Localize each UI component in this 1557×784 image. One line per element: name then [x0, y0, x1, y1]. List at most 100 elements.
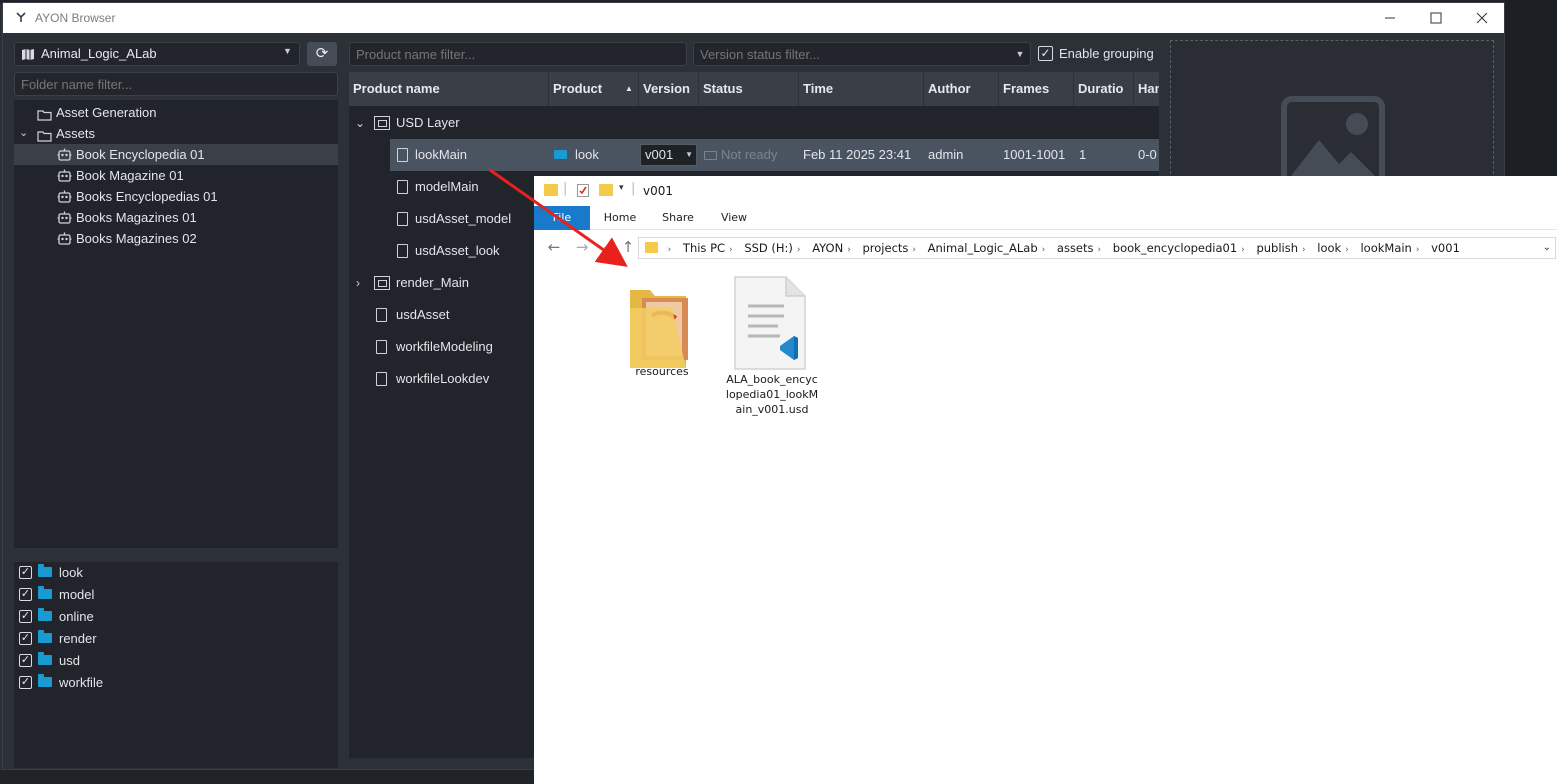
file-icon [397, 180, 408, 194]
explorer-title-bar: | ▾ | v001 [534, 176, 1557, 206]
table-row-group-usd-layer[interactable]: ⌄ USD Layer [349, 107, 1159, 139]
file-item-usd[interactable]: ALA_book_encyc lopedia01_lookM ain_v001.… [724, 276, 820, 416]
new-folder-icon[interactable] [599, 184, 613, 196]
minimize-button[interactable] [1367, 3, 1413, 33]
type-item-render[interactable]: ✓ render [14, 628, 338, 650]
chevron-down-icon[interactable]: ▾ [619, 183, 624, 193]
separator: | [631, 181, 636, 196]
maximize-button[interactable] [1413, 3, 1459, 33]
file-icon [376, 372, 387, 386]
column-header-duration[interactable]: Duratio [1074, 72, 1134, 106]
tab-view[interactable]: View [712, 206, 756, 230]
version-selector[interactable]: v001 ▼ [640, 144, 697, 166]
breadcrumb-item[interactable]: assets [1057, 238, 1094, 258]
breadcrumb-item[interactable]: projects [862, 238, 908, 258]
project-selector[interactable]: Animal_Logic_ALab ▼ [14, 42, 300, 66]
up-arrow-icon[interactable]: ↑ [618, 237, 638, 257]
title-bar: AYON Browser [3, 3, 1504, 33]
table-row-lookmain[interactable]: lookMain look v001 ▼ Not ready Feb 11 20… [390, 139, 1159, 171]
type-item-online[interactable]: ✓ online [14, 606, 338, 628]
type-item-look[interactable]: ✓ look [14, 562, 338, 584]
chevron-right-icon[interactable]: › [356, 267, 360, 299]
breadcrumb-item[interactable]: v001 [1431, 238, 1460, 258]
back-arrow-icon[interactable]: ← [544, 237, 564, 257]
folder-tree: Asset Generation ⌄ Assets Book Encyclope… [14, 100, 338, 548]
explorer-window-title: v001 [643, 184, 674, 198]
column-header-version[interactable]: Version [639, 72, 699, 106]
item-label: resources [635, 365, 689, 378]
folder-filter-input[interactable] [14, 72, 338, 96]
column-header-time[interactable]: Time [799, 72, 924, 106]
address-row: ← → ⌄ ↑ › This PC › SSD (H:) › AYON › proje… [534, 232, 1557, 264]
chevron-down-icon[interactable]: ⌄ [1543, 238, 1551, 258]
tree-item-books-magazines-02[interactable]: Books Magazines 02 [14, 228, 338, 249]
properties-icon[interactable] [576, 183, 590, 202]
folder-icon [544, 184, 558, 196]
version-status-filter-input[interactable] [693, 42, 1031, 66]
type-item-workfile[interactable]: ✓ workfile [14, 672, 338, 694]
refresh-button[interactable]: ⟳ [307, 42, 337, 66]
tree-item-book-encyclopedia-01[interactable]: Book Encyclopedia 01 [14, 144, 338, 165]
vscode-file-icon [734, 276, 806, 374]
breadcrumb-item[interactable]: book_encyclopedia01 [1113, 238, 1237, 258]
folder-icon [38, 564, 52, 577]
tab-share[interactable]: Share [656, 206, 700, 230]
tree-item-books-magazines-01[interactable]: Books Magazines 01 [14, 207, 338, 228]
breadcrumb-item[interactable]: SSD (H:) [744, 238, 793, 258]
address-bar[interactable]: › This PC › SSD (H:) › AYON › projects › Ani… [638, 237, 1556, 259]
tab-file[interactable]: File [534, 206, 590, 230]
checkbox[interactable]: ✓ [19, 566, 32, 579]
group-icon [374, 116, 390, 130]
file-icon [397, 148, 408, 162]
close-button[interactable] [1459, 3, 1505, 33]
status-cell: Not ready [704, 139, 777, 171]
breadcrumb-item[interactable]: This PC [683, 238, 725, 258]
breadcrumb-item[interactable]: Animal_Logic_ALab [928, 238, 1038, 258]
tree-item-book-magazine-01[interactable]: Book Magazine 01 [14, 165, 338, 186]
product-name-filter-input[interactable] [349, 42, 687, 66]
checkbox[interactable]: ✓ [19, 654, 32, 667]
breadcrumb-item[interactable]: lookMain [1360, 238, 1411, 258]
window-title: AYON Browser [35, 11, 116, 25]
column-header-status[interactable]: Status [699, 72, 799, 106]
folder-item-resources[interactable]: resources [626, 278, 698, 388]
column-header-handles[interactable]: Han [1134, 72, 1159, 106]
chevron-down-icon[interactable]: ▼ [1012, 46, 1028, 62]
column-header-product[interactable]: Product ▲ [549, 72, 639, 106]
tree-item-asset-generation[interactable]: Asset Generation [14, 102, 338, 123]
checkbox[interactable]: ✓ [19, 676, 32, 689]
checkbox[interactable]: ✓ [19, 588, 32, 601]
column-header-frames[interactable]: Frames [999, 72, 1074, 106]
chevron-down-icon: ▼ [685, 150, 693, 159]
type-item-usd[interactable]: ✓ usd [14, 650, 338, 672]
forward-arrow-icon[interactable]: → [572, 237, 592, 257]
file-icon [397, 212, 408, 226]
breadcrumb-item[interactable]: AYON [812, 238, 843, 258]
recent-chevron-icon[interactable]: ⌄ [596, 237, 616, 257]
ribbon-tabs: File Home Share View [534, 206, 1557, 230]
sort-ascending-icon: ▲ [625, 84, 633, 93]
desktop-background-right [1505, 0, 1557, 176]
envelope-icon [704, 151, 717, 161]
enable-grouping-checkbox[interactable]: ✓ [1038, 46, 1053, 61]
folder-icon [38, 608, 52, 621]
file-list: resources ALA_book_encyc lopedia01_lookM… [534, 266, 1557, 784]
folder-icon [38, 652, 52, 665]
column-header-product-name[interactable]: Product name [349, 72, 549, 106]
breadcrumb-item[interactable]: look [1317, 238, 1341, 258]
column-header-author[interactable]: Author [924, 72, 999, 106]
checkbox[interactable]: ✓ [19, 632, 32, 645]
checkbox[interactable]: ✓ [19, 610, 32, 623]
chevron-down-icon[interactable]: ⌄ [19, 123, 28, 144]
breadcrumb-item[interactable]: publish [1256, 238, 1298, 258]
folder-icon [554, 150, 567, 159]
ayon-logo-icon [15, 11, 29, 25]
folder-icon [645, 242, 658, 253]
chevron-down-icon[interactable]: ⌄ [355, 107, 365, 139]
file-icon [376, 308, 387, 322]
table-header: Product name Product ▲ Version Status Ti… [349, 72, 1159, 106]
type-item-model[interactable]: ✓ model [14, 584, 338, 606]
tree-item-assets[interactable]: ⌄ Assets [14, 123, 338, 144]
tree-item-books-encyclopedias-01[interactable]: Books Encyclopedias 01 [14, 186, 338, 207]
tab-home[interactable]: Home [598, 206, 642, 230]
